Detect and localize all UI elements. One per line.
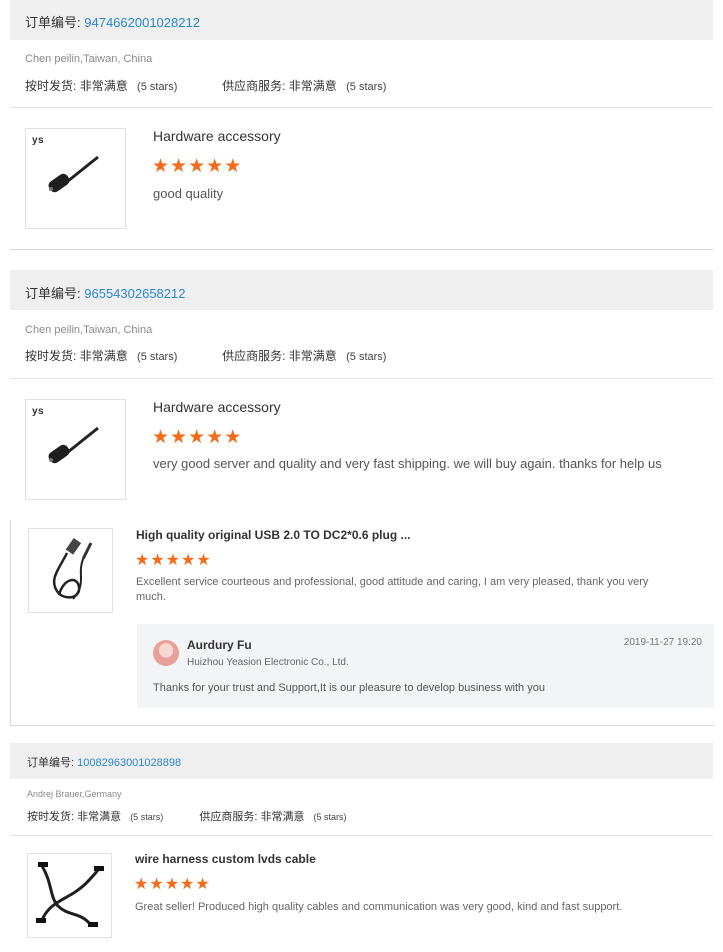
buyer-name: Chen peilin,Taiwan, China <box>25 53 153 65</box>
star-icon: ★ <box>134 876 149 893</box>
star-icon: ★ <box>165 552 181 569</box>
buyer-name: Andrej Brauer,Germany <box>27 789 122 799</box>
star-rating: ★★★★★ <box>134 876 211 894</box>
star-icon: ★ <box>206 156 224 177</box>
brand-logo: ys <box>32 406 45 417</box>
star-icon: ★ <box>150 552 165 569</box>
reply-company[interactable]: Huizhou Yeasion Electronic Co., Ltd. <box>187 657 349 668</box>
product-title[interactable]: Hardware accessory <box>153 128 281 144</box>
star-icon: ★ <box>170 427 188 448</box>
review-text: Great seller! Produced high quality cabl… <box>135 901 623 913</box>
brand-logo: ys <box>32 135 45 146</box>
product-title[interactable]: High quality original USB 2.0 TO DC2*0.6… <box>136 528 411 542</box>
star-rating: ★★★★★ <box>152 428 242 448</box>
ship-value: 非常满意 <box>79 349 128 363</box>
ship-value: 非常满意 <box>79 79 128 93</box>
product-thumbnail[interactable] <box>27 853 112 938</box>
star-icon: ★ <box>152 156 170 177</box>
star-icon: ★ <box>224 156 242 177</box>
order-label: 订单编号: <box>25 286 81 301</box>
usb-cable-image <box>52 537 93 600</box>
supplier-stars-text: (5 stars) <box>346 81 387 93</box>
ship-label: 按时发货: <box>25 79 77 93</box>
supplier-value: 非常满意 <box>288 79 337 93</box>
order-header: 订单编号: 96554302658212 <box>10 270 713 310</box>
star-icon: ★ <box>224 427 242 448</box>
review-card: High quality original USB 2.0 TO DC2*0.6… <box>10 520 714 726</box>
star-icon: ★ <box>188 427 206 448</box>
star-rating: ★★★★★ <box>135 552 212 570</box>
order-number-link[interactable]: 96554302658212 <box>84 286 185 301</box>
ship-stars-text: (5 stars) <box>130 812 164 822</box>
supplier-label: 供应商服务: <box>222 79 286 93</box>
wire-harness-image <box>36 862 104 927</box>
divider <box>10 835 713 836</box>
star-icon: ★ <box>196 552 211 569</box>
star-icon: ★ <box>206 427 224 448</box>
divider <box>10 378 713 379</box>
review-text: Excellent service courteous and professi… <box>136 576 649 603</box>
product-title[interactable]: wire harness custom lvds cable <box>135 852 316 866</box>
review-card: 订单编号: 9474662001028212 Chen peilin,Taiwa… <box>10 0 713 250</box>
star-icon: ★ <box>181 552 196 569</box>
star-icon: ★ <box>149 876 164 893</box>
review-text: very good server and quality and very fa… <box>153 456 662 471</box>
star-icon: ★ <box>170 156 188 177</box>
order-label: 订单编号: <box>25 15 81 30</box>
order-number-link[interactable]: 10082963001028898 <box>77 757 181 769</box>
ratings-row: 按时发货: 非常满意 (5 stars) 供应商服务: 非常满意 (5 star… <box>27 808 347 824</box>
star-icon: ★ <box>195 876 210 893</box>
ship-label: 按时发货: <box>25 349 77 363</box>
order-number-label: 订单编号: 10082963001028898 <box>27 754 181 770</box>
ship-stars-text: (5 stars) <box>137 81 178 93</box>
star-icon: ★ <box>135 552 150 569</box>
buyer-name: Chen peilin,Taiwan, China <box>25 324 153 336</box>
order-number-label: 订单编号: 9474662001028212 <box>25 12 200 31</box>
supplier-stars-text: (5 stars) <box>346 351 387 363</box>
order-number-link[interactable]: 9474662001028212 <box>84 15 200 30</box>
order-number-label: 订单编号: 96554302658212 <box>25 283 185 302</box>
divider <box>10 107 713 108</box>
reply-author: Aurdury Fu <box>187 638 252 652</box>
supplier-value: 非常满意 <box>288 349 337 363</box>
star-icon: ★ <box>152 427 170 448</box>
reply-message: Thanks for your trust and Support,It is … <box>153 682 545 694</box>
order-label: 订单编号: <box>27 757 75 769</box>
star-icon: ★ <box>164 876 180 893</box>
reply-timestamp: 2019-11-27 19:20 <box>623 637 702 648</box>
supplier-reply: Aurdury Fu Huizhou Yeasion Electronic Co… <box>137 624 714 708</box>
product-thumbnail[interactable]: ys <box>25 399 126 500</box>
review-card: 订单编号: 10082963001028898 Andrej Brauer,Ge… <box>10 743 713 952</box>
star-icon: ★ <box>188 156 206 177</box>
ratings-row: 按时发货: 非常满意 (5 stars) 供应商服务: 非常满意 (5 star… <box>25 77 386 94</box>
supplier-label: 供应商服务: <box>199 811 258 823</box>
star-rating: ★★★★★ <box>152 157 242 177</box>
star-icon: ★ <box>180 876 195 893</box>
ship-label: 按时发货: <box>27 811 75 823</box>
avatar <box>153 640 179 666</box>
supplier-label: 供应商服务: <box>222 349 286 363</box>
review-card: 订单编号: 96554302658212 Chen peilin,Taiwan,… <box>10 270 713 520</box>
ship-value: 非常满意 <box>77 811 122 823</box>
supplier-stars-text: (5 stars) <box>313 812 347 822</box>
review-text: good quality <box>153 186 224 201</box>
product-title[interactable]: Hardware accessory <box>153 399 281 415</box>
supplier-value: 非常满意 <box>260 811 305 823</box>
order-header: 订单编号: 10082963001028898 <box>10 743 713 779</box>
order-header: 订单编号: 9474662001028212 <box>10 0 713 40</box>
product-thumbnail[interactable] <box>28 528 113 613</box>
ratings-row: 按时发货: 非常满意 (5 stars) 供应商服务: 非常满意 (5 star… <box>25 347 386 364</box>
product-thumbnail[interactable]: ys <box>25 128 126 229</box>
ship-stars-text: (5 stars) <box>137 351 178 363</box>
